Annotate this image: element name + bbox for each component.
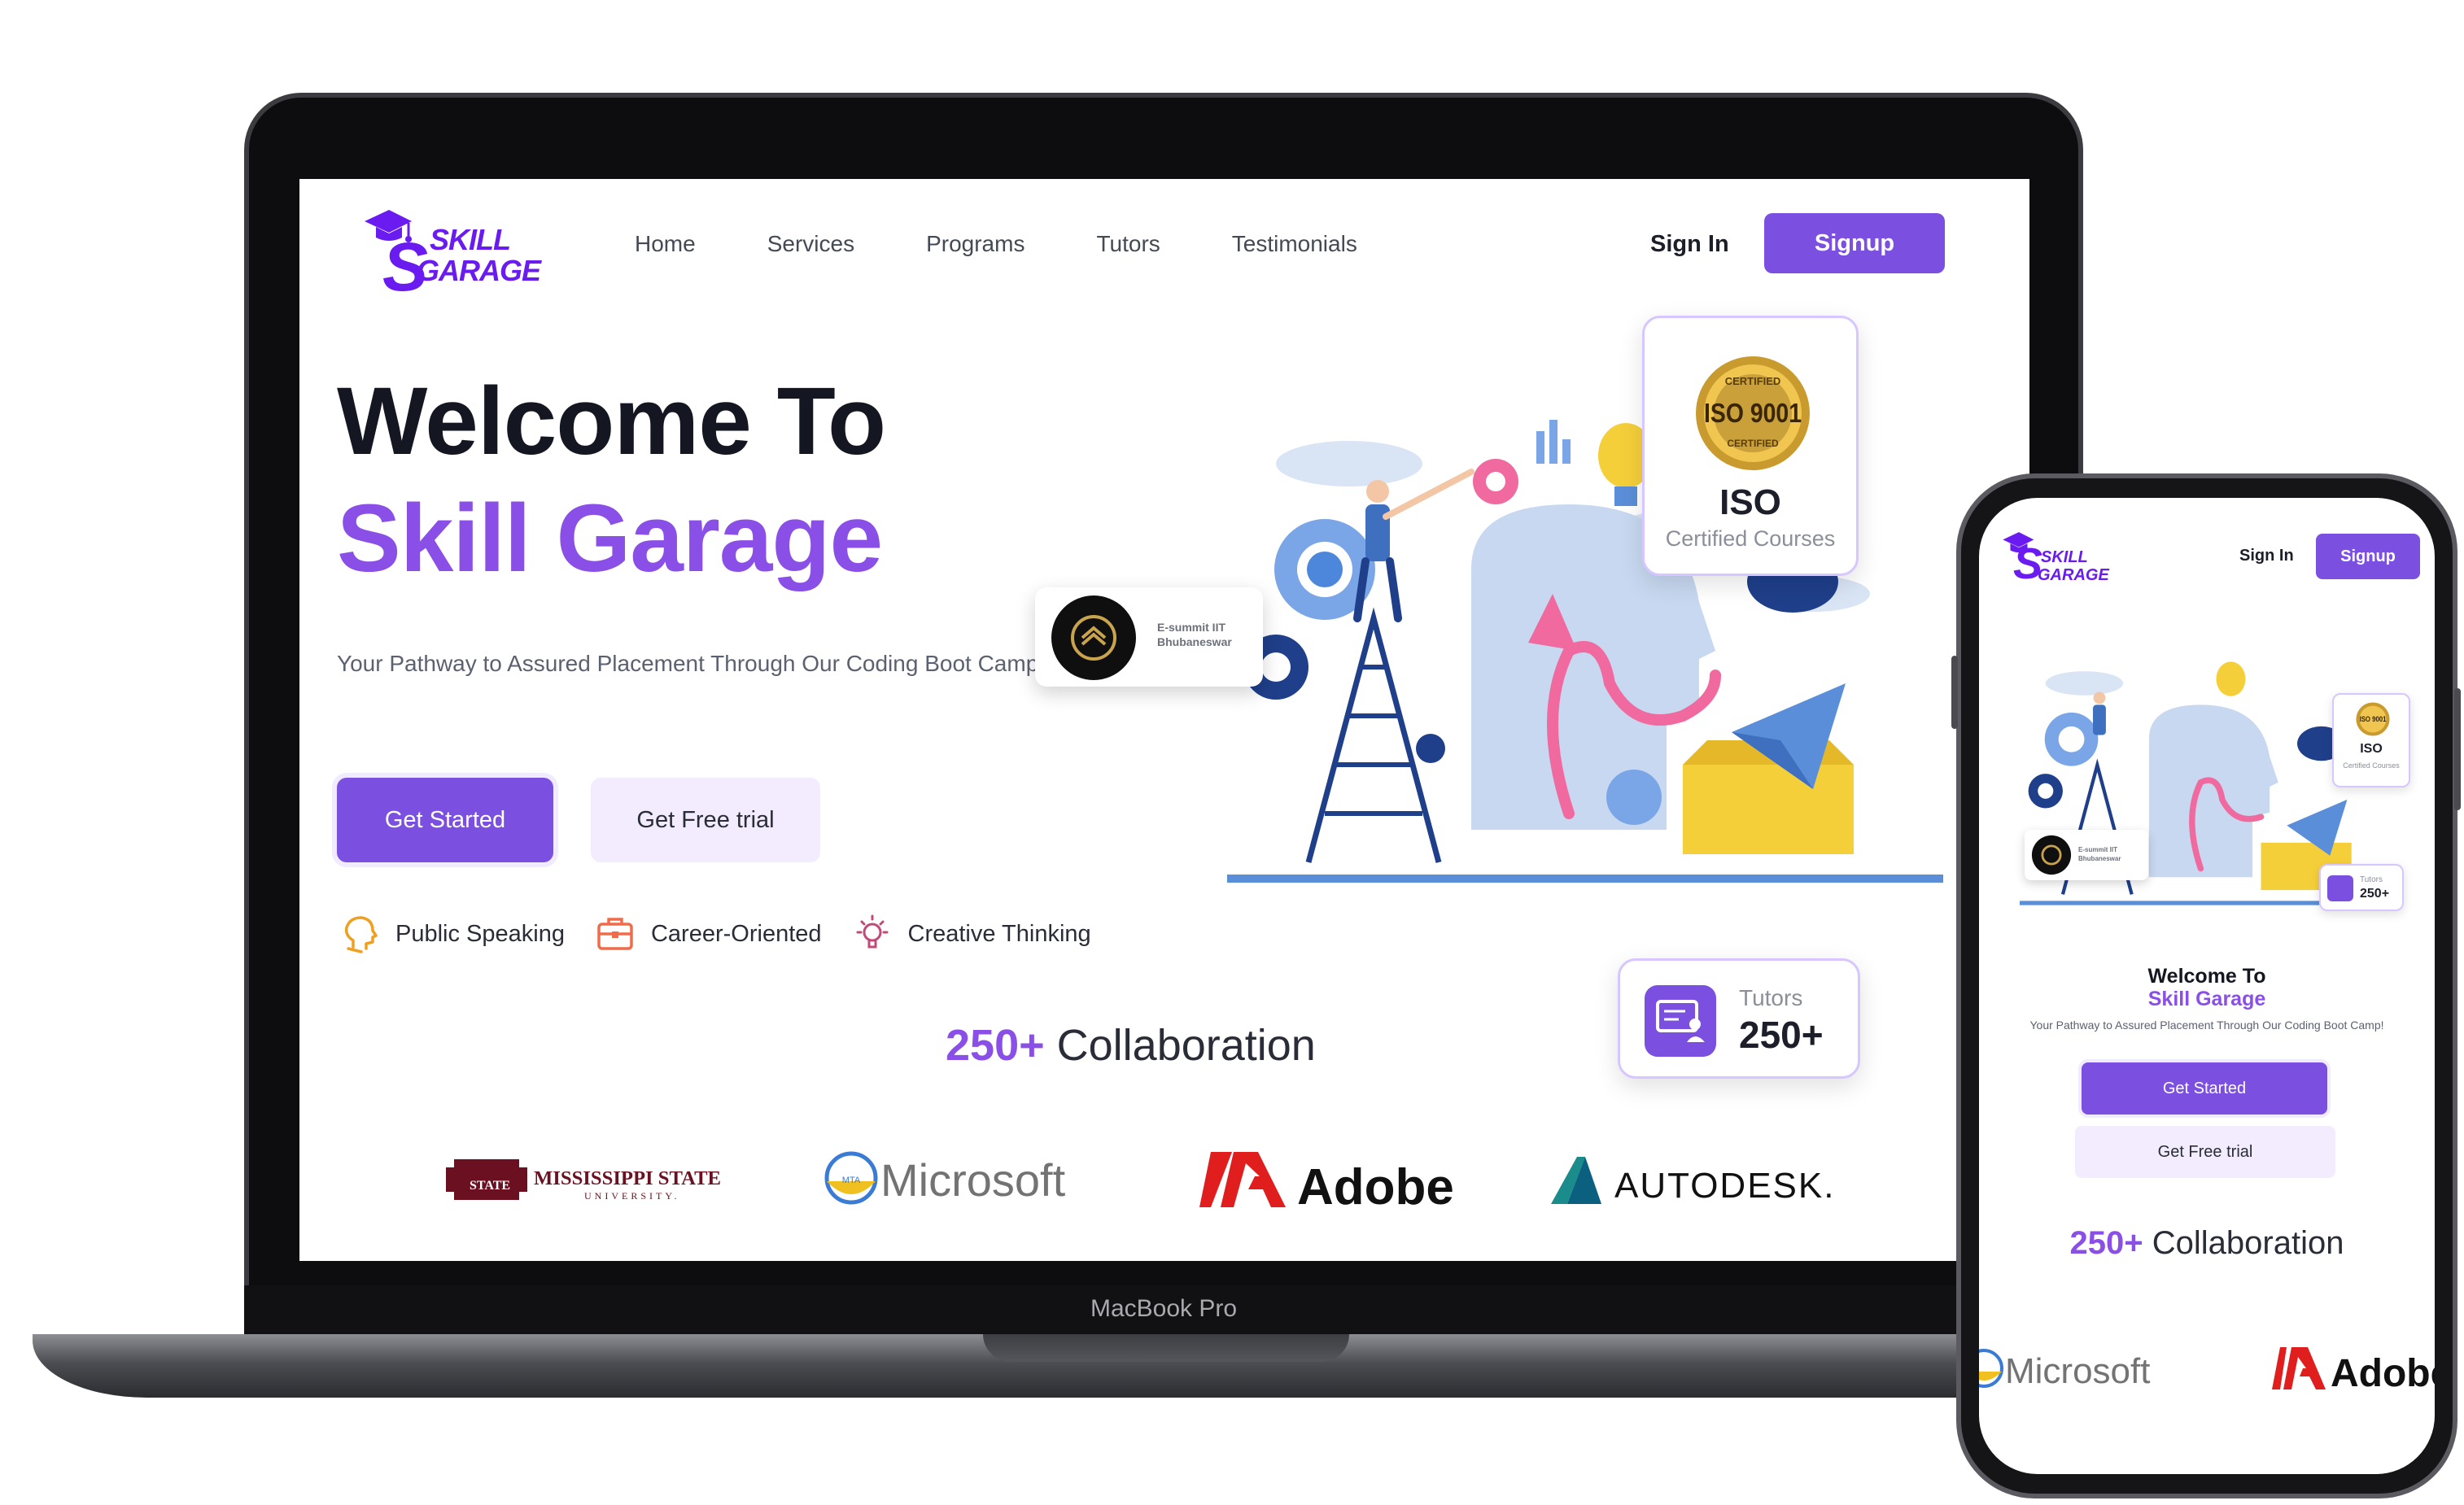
iso-seal-icon: ISO 9001 <box>2356 702 2390 736</box>
logo-line1: SKILL <box>430 223 511 256</box>
iso-seal-icon: CERTIFIED ISO 9001 CERTIFIED <box>1696 356 1810 470</box>
hero-title-line2: Skill Garage <box>337 485 883 592</box>
nav-services[interactable]: Services <box>767 231 854 257</box>
microsoft-logo: MTA Microsoft <box>824 1151 1066 1206</box>
iso-subtitle: Certified Courses <box>1665 526 1836 551</box>
hero-title-line1: Welcome To <box>337 368 886 475</box>
esummit-line1: E-summit IIT <box>1157 621 1226 634</box>
nav-home[interactable]: Home <box>635 231 696 257</box>
microsoft-text: Microsoft <box>880 1154 1066 1206</box>
mobile-collaboration-heading: 250+ Collaboration <box>1979 1225 2435 1262</box>
iso-seal-bottom: CERTIFIED <box>1727 438 1779 449</box>
iso-title: ISO <box>1719 482 1781 522</box>
phone-power-button <box>2454 688 2461 810</box>
mobile-hero-title-line2: Skill Garage <box>2147 988 2266 1010</box>
phone-volume-button <box>1951 656 1958 729</box>
logo-wordmark: SKILL GARAGE <box>399 223 541 287</box>
feature-label: Career-Oriented <box>650 920 822 947</box>
iso-seal-main: ISO 9001 <box>1704 398 1802 428</box>
tutor-board-icon <box>1645 985 1716 1057</box>
esummit-line1: E-summit IIT <box>2078 846 2118 853</box>
autodesk-text: AUTODESK. <box>1614 1166 1835 1206</box>
tutors-label: Tutors <box>1739 985 1803 1010</box>
mississippi-text: MISSISSIPPI STATE <box>534 1168 721 1189</box>
iso-seal-top: CERTIFIED <box>1725 375 1781 387</box>
tutors-card: Tutors 250+ <box>1618 958 1860 1079</box>
tutor-board-icon <box>2327 875 2353 901</box>
signup-button[interactable]: Signup <box>1764 213 1945 273</box>
mobile-partner-logos: Microsoft Adobe <box>1979 1347 2435 1395</box>
mobile-site-logo[interactable]: S SKILL GARAGE <box>1999 526 2112 591</box>
mobile-site: S SKILL GARAGE Sign In Signup ISO 9001 I… <box>1979 498 2435 1474</box>
partner-logos: STATE MISSISSIPPI STATE UNIVERSITY. MTA … <box>446 1151 1835 1215</box>
feature-career-oriented: Career-Oriented <box>592 911 822 957</box>
collaboration-count: 250+ <box>2069 1225 2143 1261</box>
hero-subtitle: Your Pathway to Assured Placement Throug… <box>337 651 1046 676</box>
esummit-line2: Bhubaneswar <box>1157 635 1232 648</box>
lightbulb-icon <box>856 914 889 949</box>
esummit-logo-icon <box>2031 835 2072 875</box>
adobe-logo: Adobe <box>1199 1152 1454 1215</box>
mobile-iso-card: ISO 9001 ISO Certified Courses <box>2332 693 2410 787</box>
mobile-hero-subtitle: Your Pathway to Assured Placement Throug… <box>2029 1019 2384 1032</box>
nav-testimonials[interactable]: Testimonials <box>1232 231 1357 257</box>
adobe-logo: Adobe <box>2272 1347 2435 1395</box>
iso-title: ISO <box>2360 742 2383 756</box>
mississippi-sub: UNIVERSITY. <box>584 1190 679 1202</box>
mobile-hero-title-line1: Welcome To <box>2147 965 2266 988</box>
mobile-sign-in-link[interactable]: Sign In <box>2239 547 2294 565</box>
microsoft-badge: MTA <box>842 1176 861 1185</box>
laptop-model-label: MacBook Pro <box>1090 1295 1238 1322</box>
feature-list: Public Speaking Career-Oriented Creative… <box>337 911 1091 957</box>
microsoft-logo: Microsoft <box>1979 1349 2150 1391</box>
logo-line2: GARAGE <box>417 254 541 287</box>
mobile-free-trial-button[interactable]: Get Free trial <box>2075 1126 2335 1178</box>
mobile-esummit-card: E-summit IIT Bhubaneswar <box>2025 830 2148 880</box>
laptop-notch <box>983 1334 1349 1362</box>
esummit-badge-card: E-summit IIT Bhubaneswar <box>1035 587 1263 687</box>
mobile-tutors-card: Tutors 250+ <box>2319 864 2404 911</box>
collaboration-label: Collaboration <box>2143 1225 2344 1261</box>
collaboration-count: 250+ <box>946 1021 1045 1070</box>
feature-label: Creative Thinking <box>907 920 1091 947</box>
collaboration-label: Collaboration <box>1044 1021 1316 1070</box>
adobe-text: Adobe <box>2331 1352 2435 1395</box>
mississippi-badge: STATE <box>470 1179 510 1193</box>
iso-subtitle: Certified Courses <box>2343 761 2400 770</box>
collaboration-heading: 250+ Collaboration <box>946 1020 1316 1071</box>
feature-public-speaking: Public Speaking <box>337 911 565 957</box>
esummit-label: E-summit IIT Bhubaneswar <box>1157 620 1232 649</box>
feature-creative-thinking: Creative Thinking <box>850 911 1091 957</box>
mobile-get-started-button[interactable]: Get Started <box>2082 1062 2327 1115</box>
sign-in-link[interactable]: Sign In <box>1650 231 1729 258</box>
main-nav: Home Services Programs Tutors Testimonia… <box>635 231 1357 257</box>
adobe-text: Adobe <box>1297 1159 1454 1215</box>
iso-seal-main: ISO 9001 <box>2360 715 2387 723</box>
desktop-site: S SKILL GARAGE Home Services Programs Tu… <box>299 179 2029 1261</box>
head-speaking-icon <box>344 916 378 953</box>
microsoft-text: Microsoft <box>2005 1351 2150 1391</box>
esummit-line2: Bhubaneswar <box>2078 855 2121 862</box>
nav-tutors[interactable]: Tutors <box>1096 231 1160 257</box>
briefcase-icon <box>597 918 633 950</box>
logo-line2: GARAGE <box>2038 566 2109 584</box>
tutors-value: 250+ <box>1739 1014 1824 1056</box>
esummit-logo-icon <box>1051 595 1136 680</box>
nav-programs[interactable]: Programs <box>926 231 1024 257</box>
tutors-label: Tutors <box>2360 875 2383 884</box>
iso-certification-card: CERTIFIED ISO 9001 CERTIFIED ISO Certifi… <box>1642 316 1859 576</box>
logo-line1: SKILL <box>2041 548 2088 566</box>
mississippi-state-logo: STATE MISSISSIPPI STATE UNIVERSITY. <box>446 1159 721 1202</box>
site-logo[interactable]: S SKILL GARAGE <box>358 200 541 305</box>
tutors-value: 250+ <box>2360 887 2390 901</box>
autodesk-logo: AUTODESK. <box>1551 1157 1835 1206</box>
mobile-signup-button[interactable]: Signup <box>2316 534 2420 579</box>
feature-label: Public Speaking <box>395 920 565 947</box>
get-started-button[interactable]: Get Started <box>337 778 553 862</box>
free-trial-button[interactable]: Get Free trial <box>591 778 820 862</box>
